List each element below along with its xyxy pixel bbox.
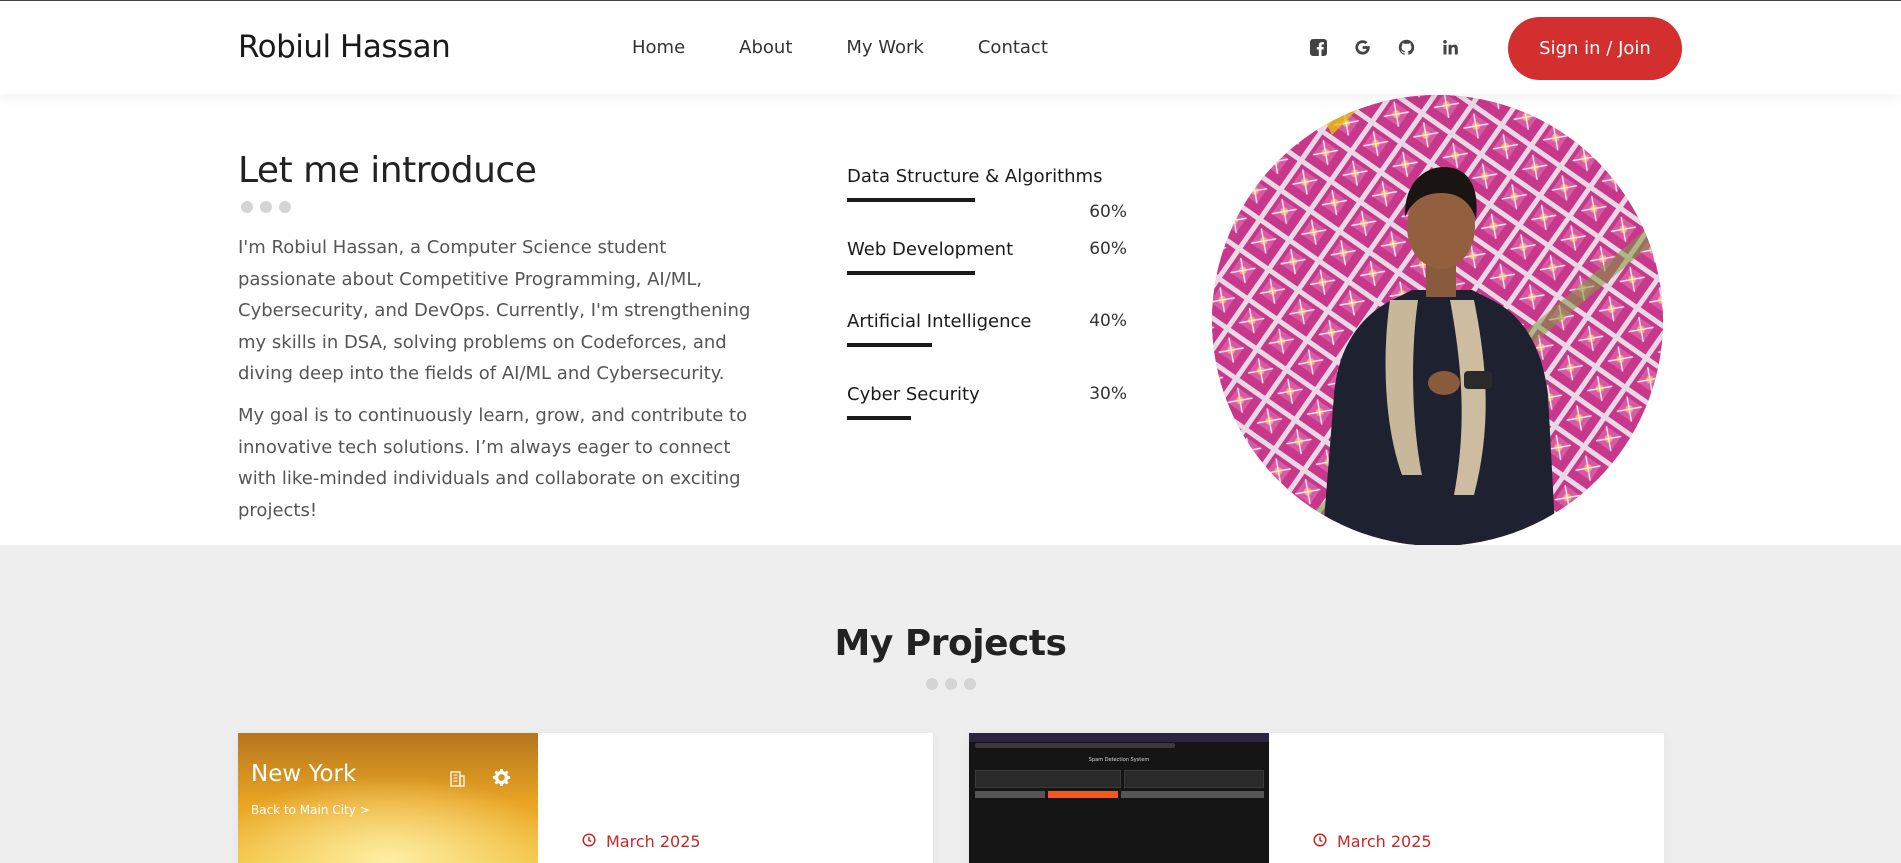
social-links (1308, 37, 1460, 57)
dot (260, 201, 272, 213)
nav-my-work[interactable]: My Work (846, 37, 923, 58)
project-date: March 2025 (1313, 832, 1432, 851)
intro-section: Let me introduce I'm Robiul Hassan, a Co… (0, 94, 1901, 546)
intro-paragraph-1: I'm Robiul Hassan, a Computer Science st… (238, 237, 751, 384)
title-dots-decoration (241, 201, 291, 213)
project-card[interactable]: Spam Detection System March 2025 (969, 733, 1664, 863)
project-date-text: March 2025 (1337, 832, 1432, 851)
dot (926, 678, 938, 690)
skill-bar (847, 416, 911, 420)
project-thumbnail-spam-detection[interactable]: Spam Detection System (969, 733, 1269, 863)
intro-paragraph-2: My goal is to continuously learn, grow, … (238, 405, 748, 521)
building-icon[interactable] (449, 769, 466, 791)
site-header: Robiul Hassan Home About My Work Contact… (0, 0, 1901, 94)
projects-title: My Projects (834, 623, 1067, 664)
skill-bar (847, 198, 975, 202)
skill-percent: 60% (1089, 202, 1127, 222)
dot (279, 201, 291, 213)
skill-percent: 60% (1089, 239, 1127, 259)
clock-icon (1313, 832, 1327, 851)
projects-section: My Projects New York Back to Main City >… (0, 545, 1901, 863)
facebook-icon[interactable] (1308, 37, 1328, 57)
profile-photo (1212, 95, 1663, 546)
skill-percent: 30% (1089, 384, 1127, 404)
nav-home[interactable]: Home (632, 37, 685, 58)
linkedin-icon[interactable] (1440, 37, 1460, 57)
skill-name: Data Structure & Algorithms (847, 166, 1103, 187)
skill-name: Cyber Security (847, 384, 980, 405)
github-icon[interactable] (1396, 37, 1416, 57)
nav-contact[interactable]: Contact (978, 37, 1048, 58)
dot (964, 678, 976, 690)
nav-about[interactable]: About (739, 37, 792, 58)
thumbnail-city-title: New York (251, 761, 357, 787)
thumbnail-back-link[interactable]: Back to Main City > (251, 803, 370, 817)
clock-icon (582, 832, 596, 851)
dot (945, 678, 957, 690)
intro-title: Let me introduce (238, 150, 537, 191)
thumbnail-app-title: Spam Detection System (1088, 757, 1150, 763)
skill-name: Artificial Intelligence (847, 311, 1032, 332)
gear-icon[interactable] (492, 768, 511, 791)
skill-bar (847, 271, 975, 275)
google-icon[interactable] (1352, 37, 1372, 57)
title-dots-decoration (926, 678, 976, 690)
project-date: March 2025 (582, 832, 701, 851)
project-date-text: March 2025 (606, 832, 701, 851)
project-card[interactable]: New York Back to Main City > March 2025 (238, 733, 933, 863)
skill-name: Web Development (847, 239, 1014, 260)
skill-bar (847, 343, 932, 347)
project-thumbnail-weather[interactable]: New York Back to Main City > (238, 733, 538, 863)
sign-in-button[interactable]: Sign in / Join (1508, 17, 1682, 80)
site-brand[interactable]: Robiul Hassan (238, 29, 451, 65)
skill-percent: 40% (1089, 311, 1127, 331)
main-nav: Home About My Work Contact (632, 37, 1102, 58)
dot (241, 201, 253, 213)
